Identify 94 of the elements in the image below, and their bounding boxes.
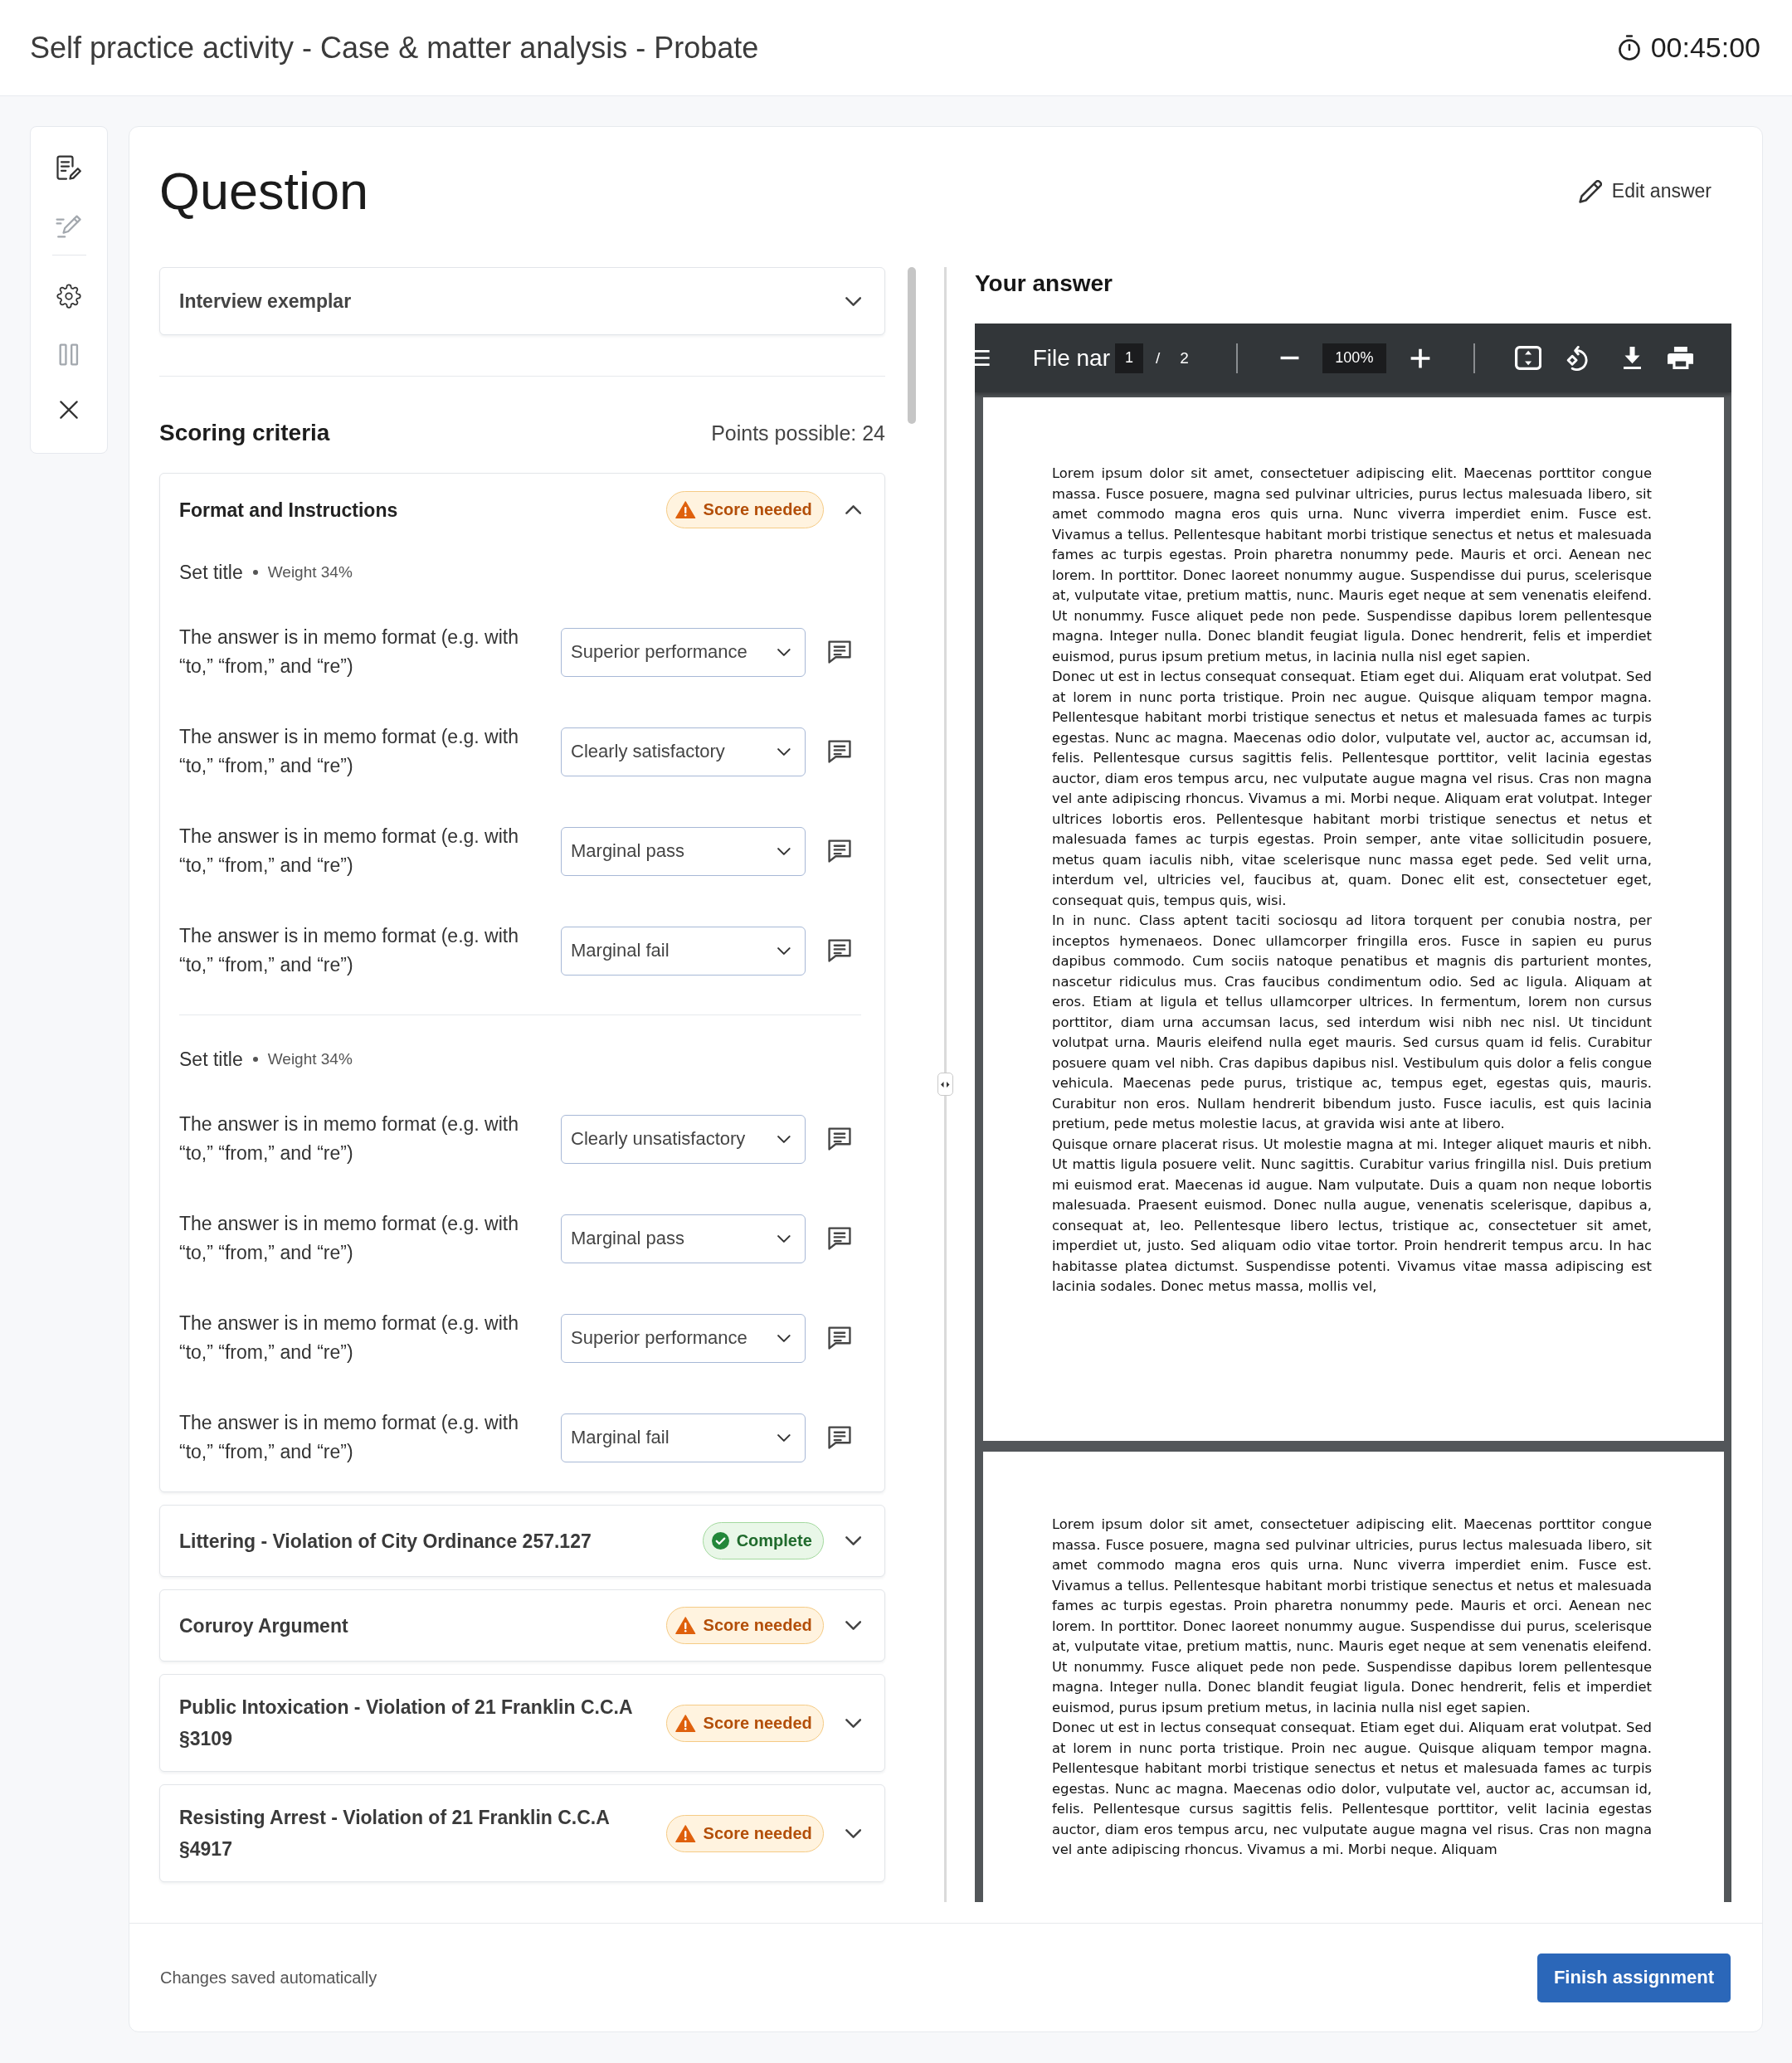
page-number-field[interactable]: 1: [1115, 343, 1143, 373]
criterion-text: The answer is in memo format (e.g. with “to,” “from,” and “re”): [179, 924, 520, 977]
comment-icon[interactable]: [828, 1426, 851, 1449]
criterion-text: The answer is in memo format (e.g. with “to,” “from,” and “re”): [179, 1411, 520, 1464]
rotate-icon[interactable]: [1566, 345, 1590, 371]
document-paragraph: Quisque ornare placerat risus. Ut molestie magna at mi. Integer aliquet mauris et nibh. Ut mattis ligula posuere velit. Nunc sagittis. Curabitur varius fringilla nisl. Duis pretium mi euismod erat. Maecenas id augue. Nam vulputate. Duis a quam non neque lobortis malesuada. Praesent euismod. Donec nulla augue, venenatis scelerisque, dapibus a, consequat at, leo. Pellentesque libero lectus, tristique ac, consectetuer sit amet, imperdiet ut, justo. Sed aliquam odio vitae tortor. Proin hendrerit tempus arcu. In hac habitasse platea dictumst. Suspendisse potenti. Vivamus vitae massa adipiscing est lacinia sodales. Donec metus massa, mollis vel,: [1052, 1135, 1652, 1296]
edit-answer-link[interactable]: Edit answer: [1578, 179, 1712, 203]
criterion-text: The answer is in memo format (e.g. with “to,” “from,” and “re”): [179, 725, 520, 778]
score-select[interactable]: Marginal pass: [561, 1214, 806, 1263]
warning-icon: [675, 501, 696, 518]
scrollbar-thumb[interactable]: [908, 267, 916, 424]
criterion-text: The answer is in memo format (e.g. with “to,” “from,” and “re”): [179, 1311, 520, 1365]
criteria-title: Coruroy Argument: [179, 1613, 349, 1638]
pencil-icon: [1578, 179, 1602, 203]
criteria-title: Resisting Arrest - Violation of 21 Franklin C.C.A §4917: [179, 1806, 611, 1861]
settings-icon[interactable]: [56, 284, 81, 309]
caret-icon: [777, 747, 791, 756]
close-icon[interactable]: [60, 401, 78, 419]
status-label: Score needed: [703, 1713, 812, 1733]
comment-icon[interactable]: [828, 640, 851, 664]
zoom-field[interactable]: 100%: [1322, 343, 1386, 373]
chevron-up-icon[interactable]: [845, 505, 861, 514]
fit-to-page-icon[interactable]: [1514, 346, 1542, 370]
status-label: Score needed: [703, 1616, 812, 1635]
stopwatch-icon: [1618, 35, 1640, 61]
caret-icon: [777, 1433, 791, 1442]
status-label: Score needed: [703, 500, 812, 519]
plus-icon[interactable]: [1409, 347, 1431, 369]
comment-icon[interactable]: [828, 740, 851, 763]
document-edit-icon[interactable]: [56, 155, 81, 180]
criteria-title: Littering - Violation of City Ordinance 257.127: [179, 1529, 592, 1554]
caret-icon: [777, 1334, 791, 1342]
timer-text: 00:45:00: [1650, 32, 1760, 64]
page-title: Self practice activity - Case & matter analysis - Probate: [30, 30, 759, 66]
criteria-weight: Weight 34%: [267, 563, 353, 581]
chevron-down-icon[interactable]: [845, 1536, 861, 1545]
score-select[interactable]: Superior performance: [561, 1313, 806, 1363]
comment-icon[interactable]: [828, 1326, 851, 1350]
score-select[interactable]: Marginal fail: [561, 1413, 806, 1462]
resize-handle[interactable]: [937, 1073, 953, 1096]
points-possible: Points possible: 24: [711, 421, 885, 445]
check-circle-icon: [711, 1532, 729, 1550]
minus-icon[interactable]: [1278, 356, 1300, 360]
criterion-text: The answer is in memo format (e.g. with “to,” “from,” and “re”): [179, 625, 520, 679]
document-paragraph: Lorem ipsum dolor sit amet, consectetuer adipiscing elit. Maecenas porttitor congue massa. Fusce posuere, magna sed pulvinar ultricies, purus lectus malesuada libero, sit amet commodo magna eros quis urna. Nunc viverra imperdiet enim. Fusce est. Vivamus a tellus. Pellentesque habitant morbi tristique senectus et netus et malesuada fames ac turpis egestas. Proin pharetra nonummy pede. Mauris et orci. Aenean nec lorem. In porttitor. Donec laoreet nonummy augue. Suspendisse dui purus, scelerisque at, vulputate vitae, pretium mattis, nunc. Mauris eget neque at sem venenatis eleifend. Ut nonummy. Fusce aliquet pede non pede. Suspendisse dapibus lorem pellentesque magna. Integer nulla. Donec blandit feugiat ligula. Donec hendrerit, felis et imperdiet euismod, purus ipsum pretium metus, in lacinia nulla nisl eget sapien.: [1052, 465, 1652, 666]
file-name: File nar: [1032, 344, 1110, 372]
chevron-down-icon[interactable]: [845, 1621, 861, 1630]
question-heading: Question: [159, 161, 369, 221]
exemplar-accordion[interactable]: Interview exemplar: [159, 267, 885, 335]
score-select[interactable]: Marginal pass: [561, 826, 806, 876]
page-count: 2: [1180, 348, 1189, 367]
comment-icon[interactable]: [828, 1227, 851, 1250]
criteria-weight: Weight 34%: [267, 1050, 353, 1068]
warning-icon: [675, 1824, 696, 1842]
double-arrow-icon: [941, 1081, 950, 1087]
caret-icon: [777, 946, 791, 955]
score-select[interactable]: Clearly satisfactory: [561, 727, 806, 776]
status-label: Score needed: [703, 1823, 812, 1843]
criterion-text: The answer is in memo format (e.g. with “to,” “from,” and “re”): [179, 1112, 520, 1165]
autosave-status: Changes saved automatically: [160, 1968, 377, 1988]
warning-icon: [675, 1617, 696, 1634]
dot-icon: [252, 1057, 258, 1062]
criteria-title: Format and Instructions: [179, 498, 399, 523]
document-paragraph: Donec ut est in lectus consequat consequat. Etiam eget dui. Aliquam erat volutpat. Sed at lorem in nunc porta tristique. Proin nec augue. Quisque aliquam tempor magna. Pellentesque habitant morbi tristique senectus et netus et malesuada fames ac turpis egestas. Nunc ac magna. Maecenas odio dolor, vulputate vel, auctor ac, accumsan id, felis. Pellentesque cursus sagittis felis. Pellentesque porttitor, velit lacinia egestas auctor, diam eros tempus arcu, nec vulputate augue magna vel risus. Cras non magna vel ante adipiscing rhoncus. Vivamus a mi. Morbi neque. Aliquam: [1052, 1719, 1652, 1859]
warning-icon: [675, 1714, 696, 1732]
document-paragraph: Donec ut est in lectus consequat consequat. Etiam eget dui. Aliquam erat volutpat. Sed at lorem in nunc porta tristique. Proin nec augue. Quisque aliquam tempor magna. Pellentesque habitant morbi tristique senectus et netus et malesuada fames ac turpis egestas. Nunc ac magna. Maecenas odio dolor, vulputate vel, auctor ac, accumsan id, felis. Pellentesque cursus sagittis felis. Pellentesque porttitor, velit lacinia egestas auctor, diam eros tempus arcu, nec vulputate augue magna vel risus. Cras non magna vel ante adipiscing rhoncus. Vivamus a mi. Morbi neque. Aliquam erat volutpat. Integer ultrices lobortis eros. Pellentesque habitant morbi tristique senectus et netus et malesuada fames ac turpis egestas. Proin semper, ante vitae sollicitudin posuere, metus quam iaculis nibh, vitae scelerisque nunc massa eget pede. Sed velit urna, interdum vel, ultricies vel, faucibus at, quam. Donec elit est, consectetuer eget, consequat quis, tempus quis, wisi.: [1052, 668, 1652, 910]
criterion-text: The answer is in memo format (e.g. with “to,” “from,” and “re”): [179, 1212, 520, 1265]
chevron-down-icon[interactable]: [845, 1828, 861, 1838]
dot-icon: [252, 570, 258, 575]
criterion-text: The answer is in memo format (e.g. with “to,” “from,” and “re”): [179, 825, 520, 878]
caret-icon: [777, 648, 791, 656]
score-select[interactable]: Marginal fail: [561, 926, 806, 976]
score-select[interactable]: Superior performance: [561, 627, 806, 677]
status-label: Complete: [736, 1531, 812, 1550]
criteria-title: Public Intoxication - Violation of 21 Franklin C.C.A §3109: [179, 1696, 633, 1751]
download-icon[interactable]: [1623, 347, 1641, 369]
document-paragraph: In in nunc. Class aptent taciti sociosqu ad litora torquent per conubia nostra, per inceptos hymenaeos. Donec ullamcorper fringilla eros. Fusce in sapien eu purus dapibus commodo. Cum sociis natoque penatibus et magnis dis parturient montes, nascetur ridiculus mus. Cras faucibus condimentum odio. Sed ac ligula. Aliquam at eros. Etiam at ligula et tellus ullamcorper ultrices. In fermentum, lorem non cursus porttitor, diam urna accumsan lacus, sed interdum wisi nibh nec nisl. Ut tincidunt volutpat urna. Mauris eleifend nulla eget mauris. Sed cursus quam id felis. Curabitur posuere quam vel nibh. Cras dapibus dapibus nisl. Vestibulum quis dolor a felis congue vehicula. Maecenas pede purus, tristique ac, tempus eget, egestas quis, mauris. Curabitur non eros. Nullam hendrerit bibendum justo. Fusce iaculis, est quis lacinia pretium, pede metus molestie lacus, at gravida wisi ante at libero.: [1052, 912, 1652, 1133]
finish-assignment-button[interactable]: Finish assignment: [1537, 1953, 1731, 2002]
answer-heading: Your answer: [975, 270, 1113, 298]
criteria-group-title: Set title: [179, 561, 243, 584]
chevron-down-icon[interactable]: [845, 1718, 861, 1728]
caret-icon: [777, 847, 791, 855]
caret-icon: [777, 1135, 791, 1143]
section-heading: Scoring criteria: [159, 420, 330, 446]
document-paragraph: Lorem ipsum dolor sit amet, consectetuer adipiscing elit. Maecenas porttitor congue massa. Fusce posuere, magna sed pulvinar ultricies, purus lectus malesuada libero, sit amet commodo magna eros quis urna. Nunc viverra imperdiet enim. Fusce est. Vivamus a tellus. Pellentesque habitant morbi tristique senectus et netus et malesuada fames ac turpis egestas. Proin pharetra nonummy pede. Mauris et orci. Aenean nec lorem. In porttitor. Donec laoreet nonummy augue. Suspendisse dui purus, scelerisque at, vulputate vitae, pretium mattis, nunc. Mauris eget neque at sem venenatis eleifend. Ut nonummy. Fusce aliquet pede non pede. Suspendisse dapibus lorem pellentesque magna. Integer nulla. Donec blandit feugiat ligula. Donec hendrerit, felis et imperdiet euismod, purus ipsum pretium metus, in lacinia nulla nisl eget sapien.: [1052, 1516, 1652, 1717]
caret-icon: [777, 1234, 791, 1243]
printer-icon[interactable]: [1667, 347, 1694, 369]
criteria-group-title: Set title: [179, 1048, 243, 1071]
page-separator: /: [1156, 348, 1161, 367]
comment-icon[interactable]: [828, 839, 851, 863]
menu-icon[interactable]: [975, 350, 990, 366]
comment-icon[interactable]: [828, 939, 851, 962]
comment-icon[interactable]: [828, 1127, 851, 1151]
score-select[interactable]: Clearly unsatisfactory: [561, 1114, 806, 1164]
